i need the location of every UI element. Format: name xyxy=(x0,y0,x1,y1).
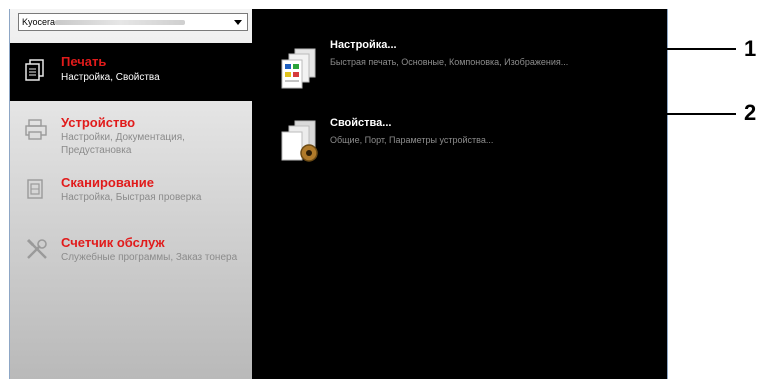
sidebar: Kyocera Печать Настройка, Свойства Устро… xyxy=(10,9,252,379)
chevron-down-icon[interactable] xyxy=(234,20,242,25)
printer-select[interactable]: Kyocera xyxy=(18,13,248,31)
sidebar-item-title: Печать xyxy=(61,54,107,69)
settings-entry[interactable]: Настройка... Быстрая печать, Основные, К… xyxy=(330,39,570,68)
sidebar-item-title: Счетчик обслуж xyxy=(61,235,165,250)
sidebar-item-scan[interactable]: Сканирование Настройка, Быстрая проверка xyxy=(10,164,252,222)
kyocera-client-tool-window: Kyocera Печать Настройка, Свойства Устро… xyxy=(9,9,668,379)
printer-model-redacted xyxy=(55,20,185,25)
sidebar-item-service[interactable]: Счетчик обслуж Служебные программы, Зака… xyxy=(10,224,252,282)
tools-icon xyxy=(26,238,47,259)
properties-gear-icon[interactable] xyxy=(279,119,323,165)
sidebar-item-title: Сканирование xyxy=(61,175,154,190)
print-settings-icon[interactable] xyxy=(279,47,321,91)
sidebar-item-print[interactable]: Печать Настройка, Свойства xyxy=(10,43,252,101)
callout-line-2 xyxy=(430,113,736,115)
properties-entry-description: Общие, Порт, Параметры устройства... xyxy=(330,135,494,145)
callout-line-1 xyxy=(436,48,736,50)
scanner-icon xyxy=(27,179,43,199)
print-documents-icon xyxy=(25,59,44,81)
properties-entry[interactable]: Свойства... Общие, Порт, Параметры устро… xyxy=(330,117,570,146)
printer-select-value: Kyocera xyxy=(22,17,56,27)
properties-entry-title[interactable]: Свойства... xyxy=(330,117,570,129)
callout-number-1: 1 xyxy=(744,36,757,61)
sidebar-item-subtitle: Служебные программы, Заказ тонера xyxy=(61,252,238,263)
main-panel: Настройка... Быстрая печать, Основные, К… xyxy=(252,9,667,379)
sidebar-item-device[interactable]: Устройство Настройки, Документация, Пред… xyxy=(10,104,252,162)
callout-number-2: 2 xyxy=(744,100,757,125)
sidebar-item-subtitle: Настройка, Быстрая проверка xyxy=(61,192,202,203)
printer-device-icon xyxy=(25,119,47,140)
settings-entry-description: Быстрая печать, Основные, Компоновка, Из… xyxy=(330,57,569,67)
sidebar-item-title: Устройство xyxy=(61,115,136,130)
sidebar-item-subtitle: Настройка, Свойства xyxy=(61,72,160,83)
sidebar-item-subtitle: Настройки, Документация, Предустановка xyxy=(61,132,185,156)
